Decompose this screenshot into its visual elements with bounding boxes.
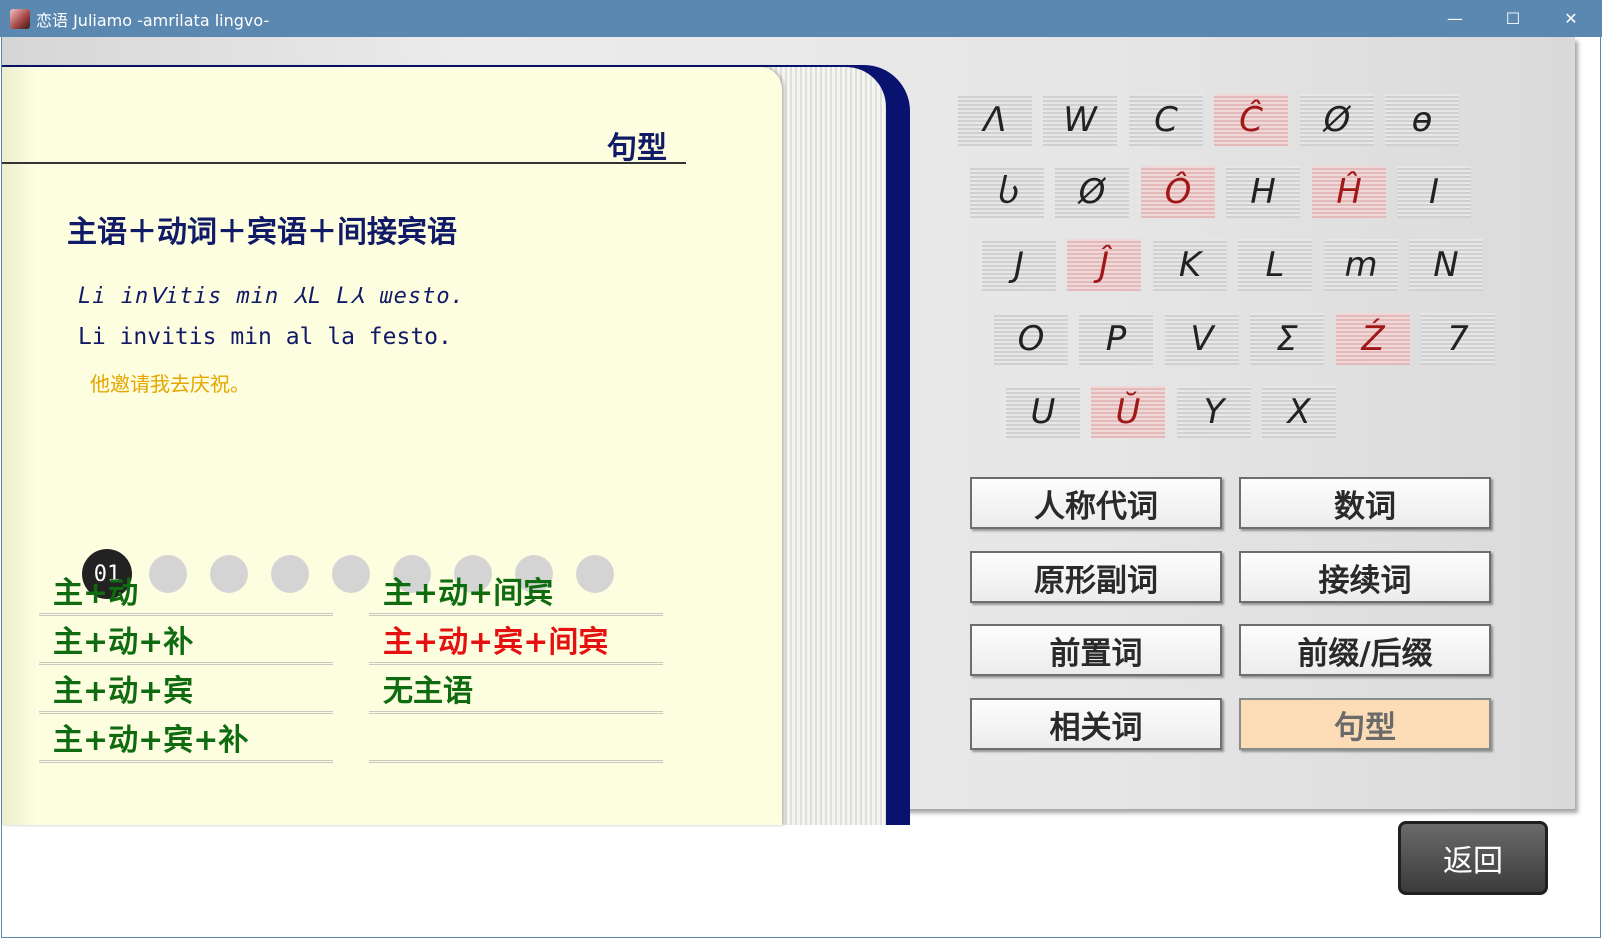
- letter-tile-accented[interactable]: Ź: [1336, 313, 1410, 365]
- letter-tile[interactable]: K: [1153, 239, 1227, 291]
- page-binding-shadow: [2, 67, 36, 825]
- example-latin-text: Li invitis min al la festo.: [78, 324, 452, 350]
- letter-tile[interactable]: L: [1238, 239, 1312, 291]
- pattern-link-s-v[interactable]: 主+动: [39, 572, 333, 616]
- pattern-link-s-v-c[interactable]: 主+动+补: [39, 621, 333, 665]
- letter-tile[interactable]: C: [1129, 94, 1203, 146]
- letter-tile[interactable]: Ø: [1055, 166, 1129, 218]
- category-sentence-patterns-button[interactable]: 句型: [1239, 698, 1491, 750]
- letter-tile[interactable]: P: [1079, 313, 1153, 365]
- pattern-link-s-v-io[interactable]: 主+动+间宾: [369, 572, 663, 616]
- category-conjunctions-button[interactable]: 接续词: [1239, 551, 1491, 603]
- letter-tile-accented[interactable]: Ŭ: [1091, 386, 1165, 438]
- letter-tile[interactable]: H: [1226, 166, 1300, 218]
- window-title: 恋语 Juliamo -amrilata lingvo-: [36, 10, 270, 30]
- pattern-link-no-subject[interactable]: 无主语: [369, 670, 663, 714]
- letter-tile[interactable]: Ⴑ: [970, 166, 1044, 218]
- pattern-heading: 主语＋动词＋宾语＋间接宾语: [67, 215, 457, 250]
- maximize-button[interactable]: ☐: [1484, 0, 1542, 37]
- back-button[interactable]: 返回: [1398, 821, 1548, 895]
- app-icon: [10, 8, 30, 29]
- category-affixes-button[interactable]: 前缀/后缀: [1239, 624, 1491, 676]
- page-title: 句型: [607, 131, 667, 166]
- letter-tile[interactable]: Λ: [958, 94, 1032, 146]
- letter-tile[interactable]: X: [1262, 386, 1336, 438]
- page-dot[interactable]: [332, 555, 370, 593]
- letter-tile[interactable]: N: [1409, 239, 1483, 291]
- title-divider: [2, 162, 686, 164]
- category-adverbs-button[interactable]: 原形副词: [970, 551, 1222, 603]
- letter-tile[interactable]: m: [1324, 239, 1398, 291]
- category-pronouns-button[interactable]: 人称代词: [970, 477, 1222, 529]
- letter-tile[interactable]: Σ: [1250, 313, 1324, 365]
- category-numerals-button[interactable]: 数词: [1239, 477, 1491, 529]
- letter-tile[interactable]: O: [994, 313, 1068, 365]
- pattern-link-empty: [369, 719, 663, 763]
- pattern-link-s-v-o-io[interactable]: 主+动+宾+间宾: [369, 621, 663, 665]
- letter-tile[interactable]: Y: [1177, 386, 1251, 438]
- category-prepositions-button[interactable]: 前置词: [970, 624, 1222, 676]
- window-titlebar: 恋语 Juliamo -amrilata lingvo- — ☐ ✕: [0, 0, 1602, 37]
- pattern-link-s-v-o[interactable]: 主+动+宾: [39, 670, 333, 714]
- letter-tile-accented[interactable]: Ĵ: [1067, 239, 1141, 291]
- letter-tile[interactable]: J: [982, 239, 1056, 291]
- category-correlatives-button[interactable]: 相关词: [970, 698, 1222, 750]
- close-button[interactable]: ✕: [1542, 0, 1600, 37]
- letter-tile-accented[interactable]: Ĉ: [1214, 94, 1288, 146]
- letter-tile[interactable]: ɵ: [1385, 94, 1459, 146]
- letter-tile[interactable]: U: [1006, 386, 1080, 438]
- letter-tile[interactable]: W: [1043, 94, 1117, 146]
- letter-tile[interactable]: I: [1397, 166, 1471, 218]
- letter-tile-accented[interactable]: Ô: [1141, 166, 1215, 218]
- example-translation: 他邀请我去庆祝。: [90, 372, 250, 396]
- pattern-link-s-v-o-c[interactable]: 主+动+宾+补: [39, 719, 333, 763]
- example-script-text: Li inⅤitis min ⅄L L⅄ ɯesto.: [78, 284, 465, 309]
- letter-tile[interactable]: Ø: [1300, 94, 1374, 146]
- minimize-button[interactable]: —: [1426, 0, 1484, 37]
- letter-tile-accented[interactable]: Ĥ: [1312, 166, 1386, 218]
- letter-tile[interactable]: V: [1165, 313, 1239, 365]
- app-canvas: 句型 主语＋动词＋宾语＋间接宾语 Li inⅤitis min ⅄L L⅄ ɯe…: [1, 37, 1601, 938]
- letter-tile[interactable]: 7: [1421, 313, 1495, 365]
